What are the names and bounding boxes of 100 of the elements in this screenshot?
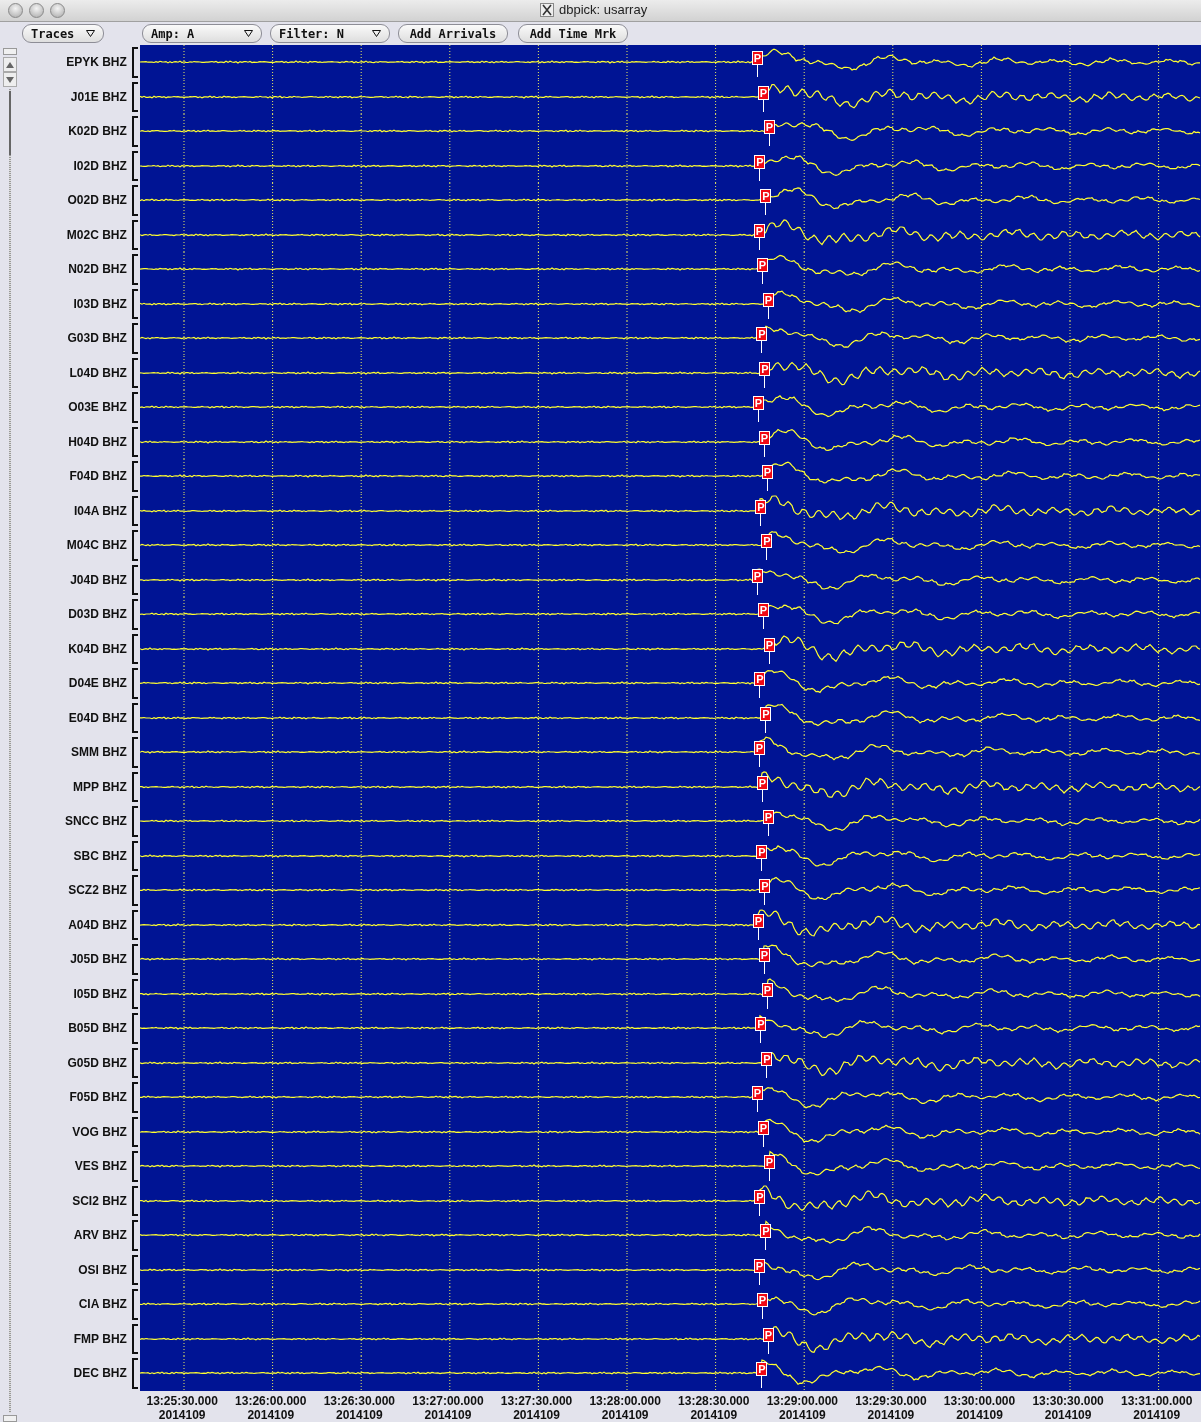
pick-line xyxy=(758,755,760,767)
window-zoom-button[interactable] xyxy=(50,3,65,18)
trace-label: VOG BHZ xyxy=(72,1124,127,1139)
trace-bracket xyxy=(131,668,138,699)
phase-pick-marker[interactable]: P xyxy=(756,1362,768,1376)
phase-pick-marker[interactable]: P xyxy=(752,913,764,928)
trace-label: A04D BHZ xyxy=(68,917,127,932)
axis-date-label: 2014109 xyxy=(867,1407,915,1422)
pick-line xyxy=(760,1031,762,1043)
scrollbar-handle[interactable] xyxy=(2,1415,17,1422)
pick-line xyxy=(765,720,767,733)
pick-line xyxy=(762,617,764,629)
trace-label: J04D BHZ xyxy=(70,572,127,587)
axis-time-label: 13:26:00.000 xyxy=(235,1393,307,1408)
trace-bracket xyxy=(131,495,138,526)
trace-label: H04D BHZ xyxy=(68,434,127,449)
phase-pick-marker[interactable]: P xyxy=(754,1189,766,1204)
toolbar-button[interactable]: Add Arrivals xyxy=(398,24,508,43)
phase-pick-marker[interactable]: P xyxy=(762,1327,774,1342)
pick-line xyxy=(767,306,769,319)
phase-pick-marker[interactable]: P xyxy=(756,775,768,790)
x-window-icon xyxy=(540,2,554,17)
trace-bracket xyxy=(131,944,138,975)
axis-date-label: 2014109 xyxy=(1044,1407,1092,1422)
trace-bracket xyxy=(131,806,138,837)
trace-bracket xyxy=(131,392,138,423)
trace-bracket xyxy=(131,116,138,147)
window-minimize-button[interactable] xyxy=(29,3,44,18)
phase-pick-marker[interactable]: P xyxy=(753,1258,765,1273)
trace-label: CIA BHZ xyxy=(78,1297,127,1312)
phase-pick-marker[interactable]: P xyxy=(756,844,768,859)
phase-pick-marker[interactable]: P xyxy=(756,258,768,272)
pick-line xyxy=(768,1169,770,1181)
trace-bracket xyxy=(131,978,138,1009)
phase-pick-marker[interactable]: P xyxy=(755,499,767,514)
trace-bracket xyxy=(131,1289,138,1320)
phase-pick-marker[interactable]: P xyxy=(762,292,774,307)
phase-pick-marker[interactable]: P xyxy=(758,948,770,962)
dropdown-menu-button[interactable]: Traces xyxy=(22,24,104,43)
scroll-up-button[interactable] xyxy=(2,57,17,72)
phase-pick-marker[interactable]: P xyxy=(759,879,771,893)
phase-pick-marker[interactable]: P xyxy=(763,120,775,134)
axis-time-label: 13:30:00.000 xyxy=(943,1393,1016,1408)
phase-pick-marker[interactable]: P xyxy=(760,1224,772,1238)
axis-time-label: 13:26:30.000 xyxy=(323,1393,396,1408)
toolbar-button[interactable]: Add Time Mrk xyxy=(518,24,628,43)
phase-pick-marker[interactable]: P xyxy=(759,361,771,376)
dropdown-menu-button[interactable]: Filter: N xyxy=(270,24,390,43)
phase-pick-marker[interactable]: P xyxy=(763,1155,775,1169)
scrollbar-thumb[interactable] xyxy=(8,91,11,155)
trace-label: O03E BHZ xyxy=(68,400,127,415)
axis-time-label: 13:28:00.000 xyxy=(589,1393,661,1408)
pick-line xyxy=(768,651,770,664)
phase-pick-marker[interactable]: P xyxy=(757,603,769,617)
axis-date-label: 2014109 xyxy=(956,1407,1003,1422)
trace-label: OSI BHZ xyxy=(78,1262,127,1277)
pick-line xyxy=(764,893,766,905)
pick-line xyxy=(761,789,763,802)
phase-pick-marker[interactable]: P xyxy=(760,189,772,203)
phase-pick-marker[interactable]: P xyxy=(753,741,765,755)
phase-pick-marker[interactable]: P xyxy=(751,1086,763,1100)
phase-pick-marker[interactable]: P xyxy=(761,465,773,479)
phase-pick-marker[interactable]: P xyxy=(751,568,763,583)
phase-pick-marker[interactable]: P xyxy=(755,1017,767,1031)
trace-bracket xyxy=(131,599,138,630)
phase-pick-marker[interactable]: P xyxy=(752,396,764,410)
scroll-down-button[interactable] xyxy=(2,72,17,87)
phase-pick-marker[interactable]: P xyxy=(754,672,766,686)
axis-date-label: 2014109 xyxy=(1133,1407,1181,1422)
phase-pick-marker[interactable]: P xyxy=(762,810,774,824)
dropdown-caret-icon xyxy=(244,30,253,37)
phase-pick-marker[interactable]: P xyxy=(756,1293,768,1307)
phase-pick-marker[interactable]: P xyxy=(758,430,770,445)
scrollbar-handle[interactable] xyxy=(2,48,17,55)
phase-pick-marker[interactable]: P xyxy=(761,534,773,548)
phase-pick-marker[interactable]: P xyxy=(763,637,775,652)
pick-line xyxy=(766,1065,768,1078)
pick-line xyxy=(758,1272,760,1285)
pick-line xyxy=(756,65,758,77)
trace-bracket xyxy=(131,461,138,492)
trace-label: I02D BHZ xyxy=(73,158,127,173)
pick-line xyxy=(759,1203,761,1216)
phase-pick-marker[interactable]: P xyxy=(754,154,766,169)
trace-label: J05D BHZ xyxy=(70,952,127,967)
dropdown-menu-button[interactable]: Amp: A xyxy=(142,24,262,43)
phase-pick-marker[interactable]: P xyxy=(753,223,765,238)
trace-bracket xyxy=(131,875,138,906)
phase-pick-marker[interactable]: P xyxy=(757,85,769,100)
pick-line xyxy=(761,1376,763,1388)
axis-date-label: 2014109 xyxy=(247,1407,295,1422)
trace-bracket xyxy=(131,1047,138,1078)
phase-pick-marker[interactable]: P xyxy=(757,1120,769,1135)
phase-pick-marker[interactable]: P xyxy=(756,327,768,341)
phase-pick-marker[interactable]: P xyxy=(761,1051,773,1066)
phase-pick-marker[interactable]: P xyxy=(761,982,773,997)
window-close-button[interactable] xyxy=(8,3,23,18)
phase-pick-marker[interactable]: P xyxy=(751,51,763,65)
scrollbar-track[interactable] xyxy=(8,89,11,1413)
phase-pick-marker[interactable]: P xyxy=(760,706,772,721)
axis-date-label: 2014109 xyxy=(601,1407,649,1422)
